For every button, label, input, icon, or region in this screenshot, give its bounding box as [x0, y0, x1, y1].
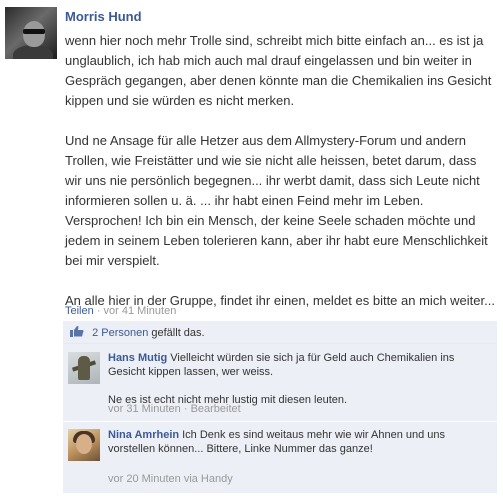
post-message: wenn hier noch mehr Trolle sind, schreib… [65, 31, 495, 331]
commenter-avatar[interactable] [68, 352, 100, 384]
post-avatar[interactable] [5, 7, 57, 59]
post-meta: Teilen · vor 41 Minuten [65, 305, 176, 317]
post-paragraph: wenn hier noch mehr Trolle sind, schreib… [65, 33, 492, 108]
comment-meta: vor 31 Minuten · Bearbeitet [108, 403, 241, 415]
comment-meta: vor 20 Minuten via Handy [108, 473, 233, 485]
likes-suffix: gefällt das. [151, 327, 205, 339]
comment-timestamp[interactable]: vor 20 Minuten via Handy [108, 473, 233, 485]
comment-item: Hans Mutig Vielleicht würden sie sich ja … [63, 345, 497, 422]
post-timestamp[interactable]: vor 41 Minuten [104, 305, 177, 317]
comment-author[interactable]: Nina Amrhein [108, 429, 179, 441]
comment-item: Nina Amrhein Ich Denk es sind weitaus meh… [63, 422, 497, 492]
likers-link[interactable]: 2 Personen [92, 327, 148, 339]
feedback-panel: 2 Personen gefällt das. Hans Mutig Vielle… [63, 321, 497, 493]
commenter-avatar[interactable] [68, 429, 100, 461]
meta-separator: · [183, 403, 188, 415]
comment-author[interactable]: Hans Mutig [108, 352, 167, 364]
post-author-name[interactable]: Morris Hund [65, 9, 142, 24]
thumbs-up-icon [70, 326, 84, 337]
comment-body: Hans Mutig Vielleicht würden sie sich ja … [108, 351, 488, 407]
comment-body: Nina Amrhein Ich Denk es sind weitaus meh… [108, 428, 488, 456]
post-paragraph: Und ne Ansage für alle Hetzer aus dem Al… [65, 133, 488, 268]
comment-timestamp[interactable]: vor 31 Minuten [108, 403, 181, 415]
edited-label: Bearbeitet [190, 403, 241, 415]
share-link[interactable]: Teilen [65, 305, 94, 317]
likes-row: 2 Personen gefällt das. [63, 321, 497, 344]
meta-separator: · [96, 305, 101, 317]
